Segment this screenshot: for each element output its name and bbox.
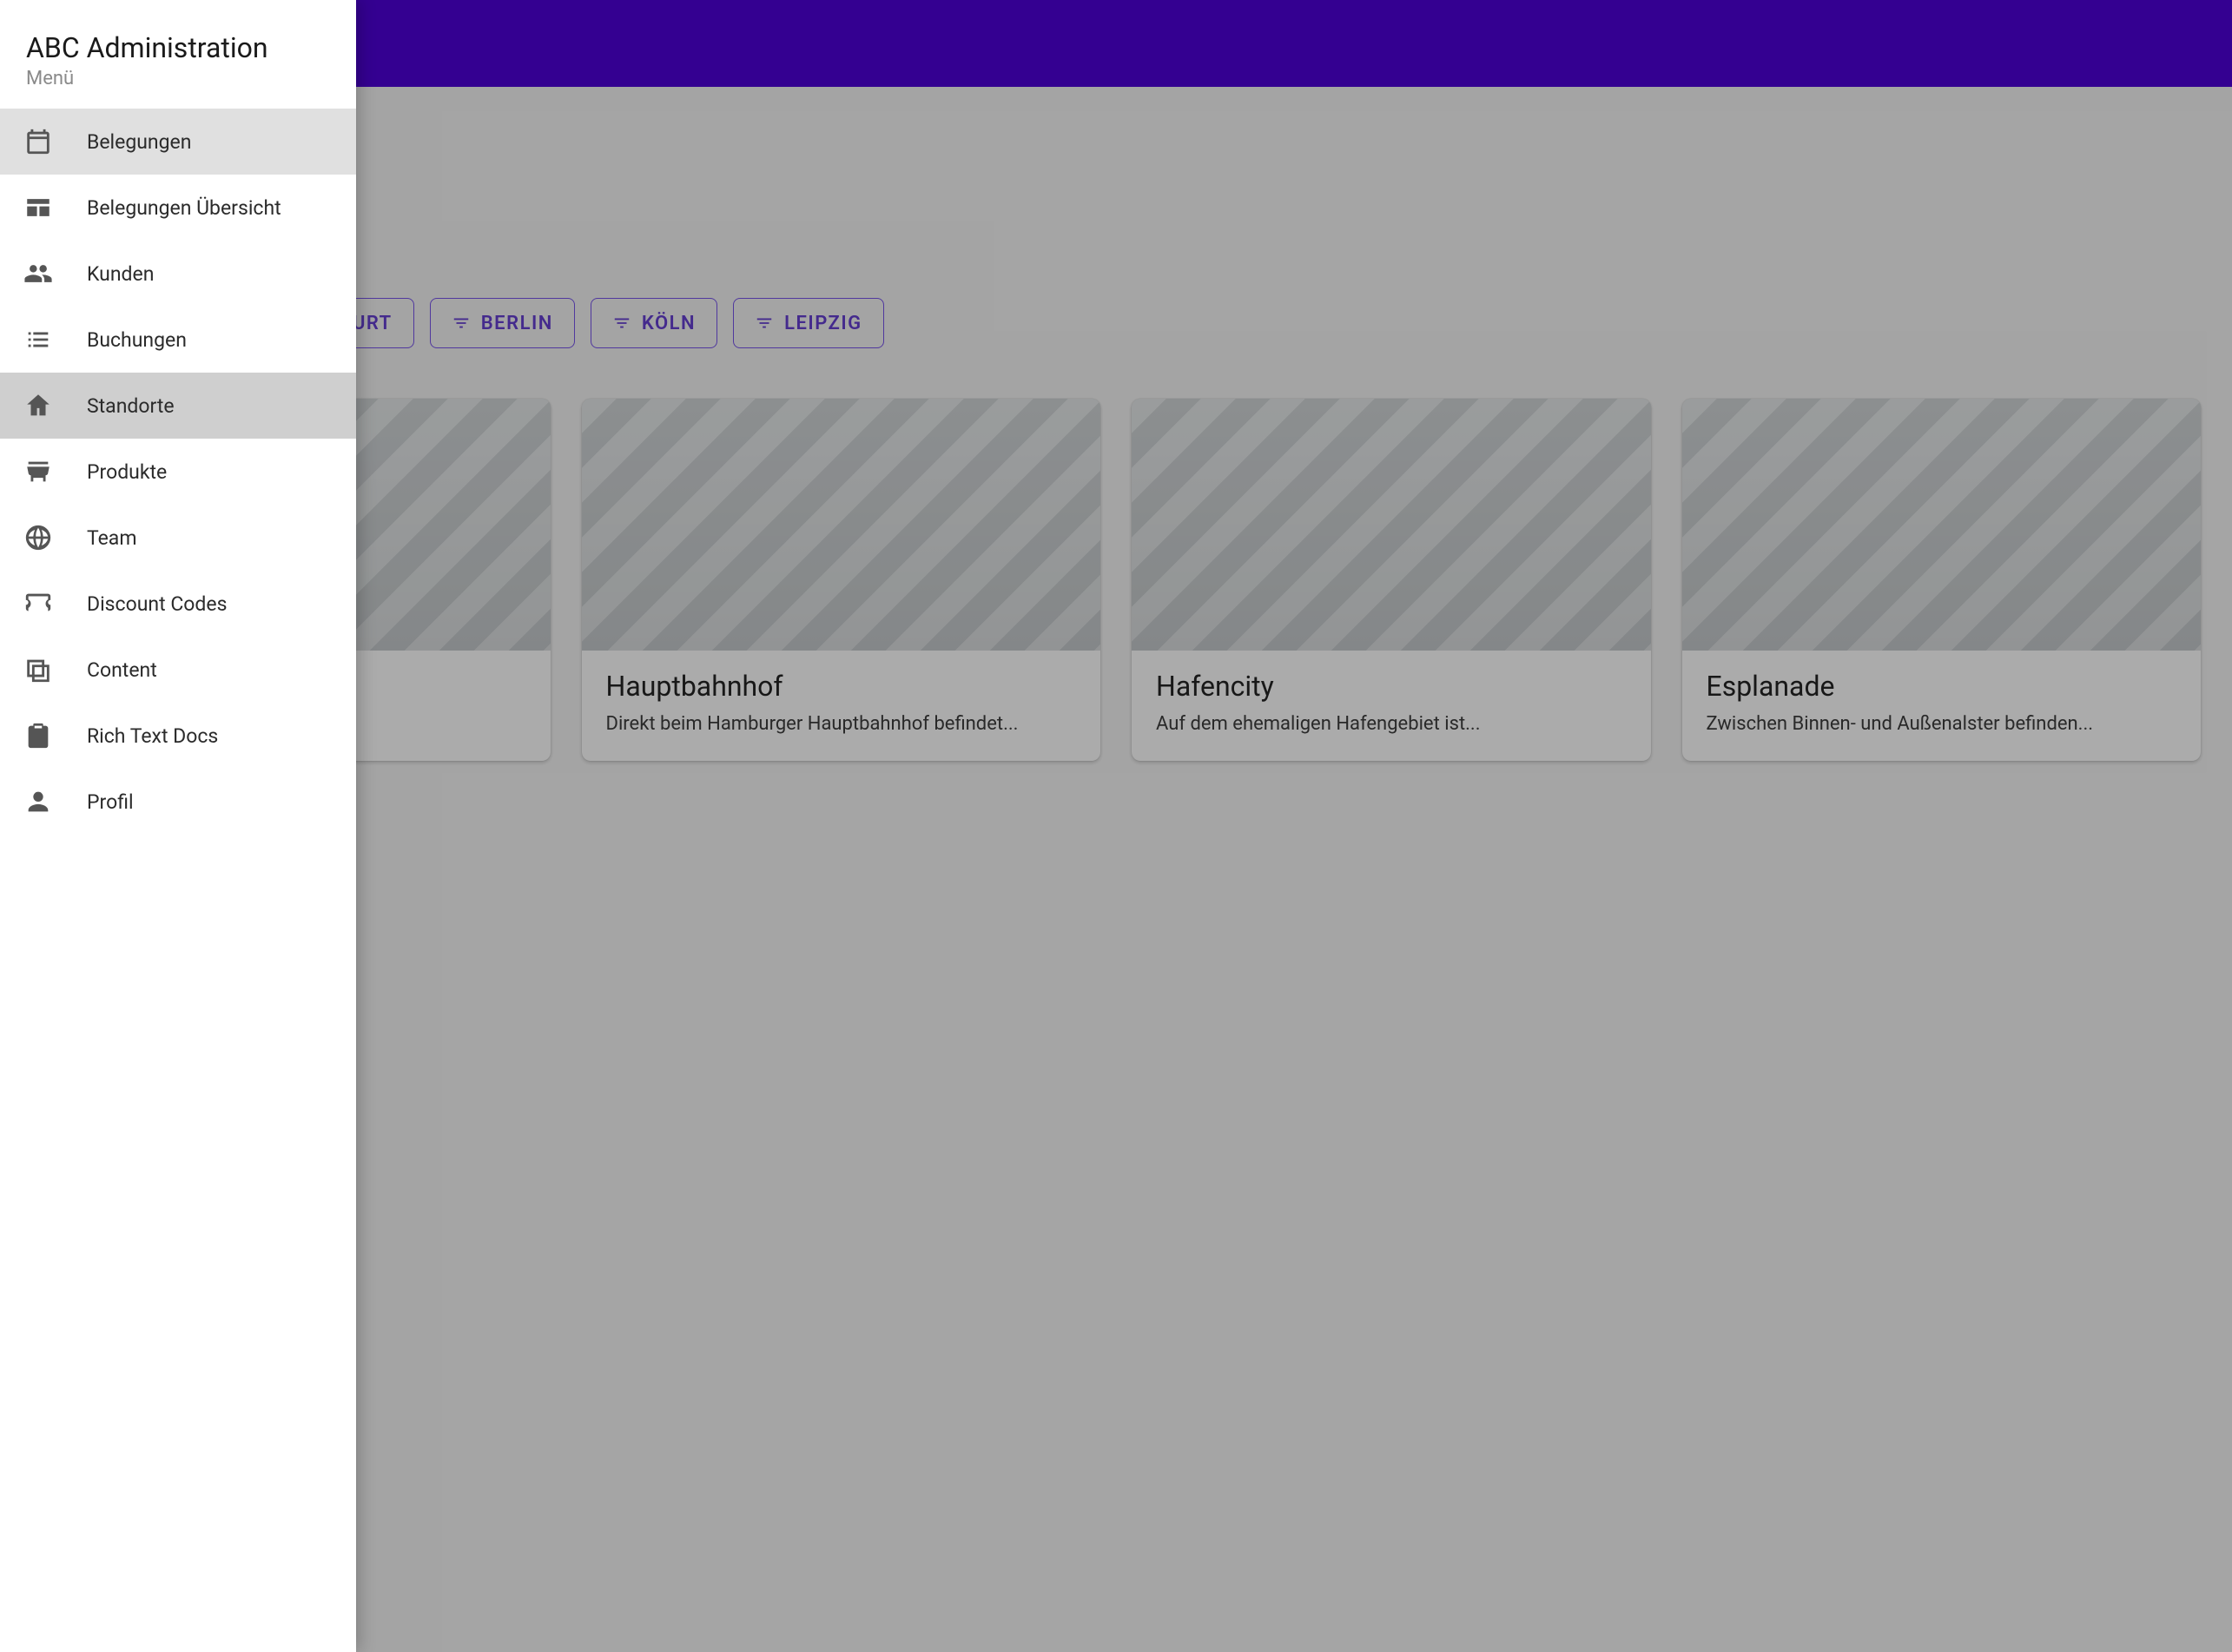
sidebar-item-label: Belegungen <box>87 130 333 154</box>
table-icon <box>23 192 54 223</box>
drawer-nav: Belegungen Belegungen Übersicht Kunden Buch… <box>0 109 356 835</box>
layers-icon <box>23 654 54 685</box>
navigation-drawer: ABC Administration Menü BelegungenBelegu… <box>0 0 356 1652</box>
sidebar-item-label: Team <box>87 526 333 550</box>
sidebar-item-belegungen[interactable]: Belegungen <box>0 109 356 175</box>
drawer-subtitle: Menü <box>26 68 330 89</box>
home-icon <box>23 390 54 421</box>
ticket-icon <box>23 588 54 619</box>
sidebar-item-label: Buchungen <box>87 328 333 352</box>
sidebar-item-belegungen-übersicht[interactable]: Belegungen Übersicht <box>0 175 356 241</box>
sidebar-item-produkte[interactable]: Produkte <box>0 439 356 505</box>
drawer-header: ABC Administration Menü <box>0 23 356 109</box>
sidebar-item-standorte[interactable]: Standorte <box>0 373 356 439</box>
sidebar-item-label: Profil <box>87 790 333 814</box>
sidebar-item-label: Kunden <box>87 262 333 286</box>
sidebar-item-team[interactable]: Team <box>0 505 356 571</box>
sidebar-item-discount-codes[interactable]: Discount Codes <box>0 571 356 637</box>
clipboard-icon <box>23 720 54 751</box>
sidebar-item-label: Content <box>87 658 333 682</box>
sidebar-item-label: Discount Codes <box>87 592 333 616</box>
globe-icon <box>23 522 54 553</box>
sidebar-item-label: Standorte <box>87 394 333 418</box>
people-icon <box>23 258 54 289</box>
sidebar-item-label: Rich Text Docs <box>87 724 333 748</box>
sidebar-item-rich-text-docs[interactable]: Rich Text Docs <box>0 703 356 769</box>
sidebar-item-label: Belegungen Übersicht <box>87 196 333 220</box>
store-icon <box>23 456 54 487</box>
calendar-icon <box>23 126 54 157</box>
sidebar-item-content[interactable]: Content <box>0 637 356 703</box>
sidebar-item-label: Produkte <box>87 460 333 484</box>
drawer-title: ABC Administration <box>26 31 330 64</box>
list-icon <box>23 324 54 355</box>
sidebar-item-buchungen[interactable]: Buchungen <box>0 307 356 373</box>
person-icon <box>23 786 54 817</box>
sidebar-item-profil[interactable]: Profil <box>0 769 356 835</box>
sidebar-item-kunden[interactable]: Kunden <box>0 241 356 307</box>
